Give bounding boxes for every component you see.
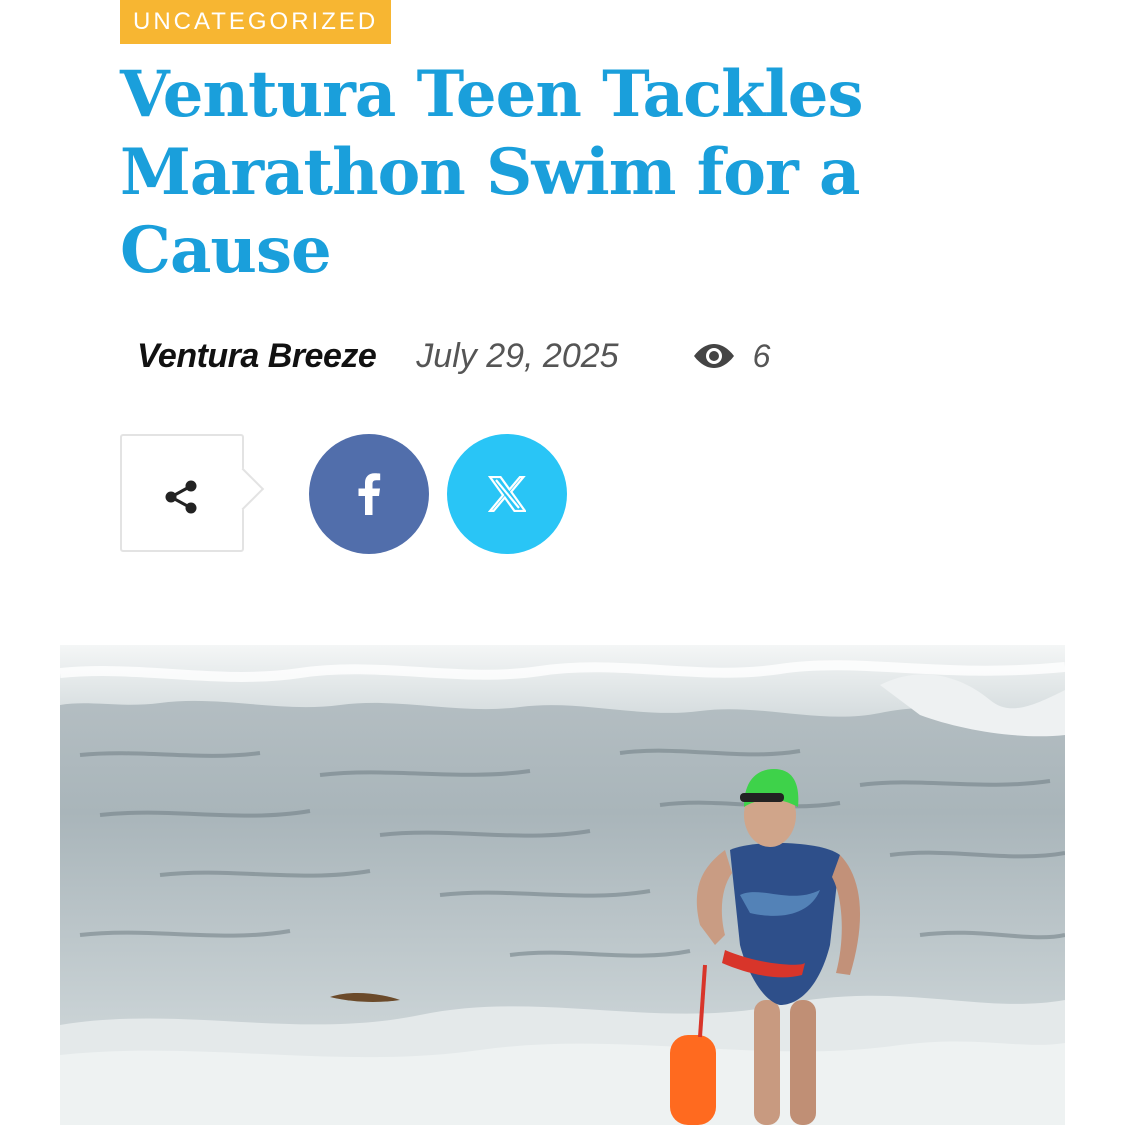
x-share-button[interactable] (447, 434, 567, 554)
x-icon (488, 476, 526, 512)
eye-icon (693, 344, 734, 368)
publish-date: July 29, 2025 (416, 336, 619, 375)
article-meta: Ventura Breeze July 29, 2025 6 (137, 334, 770, 378)
facebook-icon (358, 473, 381, 515)
author-name[interactable]: Ventura Breeze (137, 337, 377, 376)
article-title: Ventura Teen Tackles Marathon Swim for a… (120, 57, 863, 288)
view-count: 6 (693, 337, 771, 375)
hero-image (60, 645, 1065, 1125)
share-button[interactable] (120, 434, 244, 552)
view-count-value: 6 (752, 337, 771, 374)
ocean-swimmer-photo (60, 645, 1065, 1125)
share-icon (165, 480, 197, 514)
category-badge[interactable]: UNCATEGORIZED (120, 0, 392, 44)
facebook-share-button[interactable] (309, 434, 429, 554)
